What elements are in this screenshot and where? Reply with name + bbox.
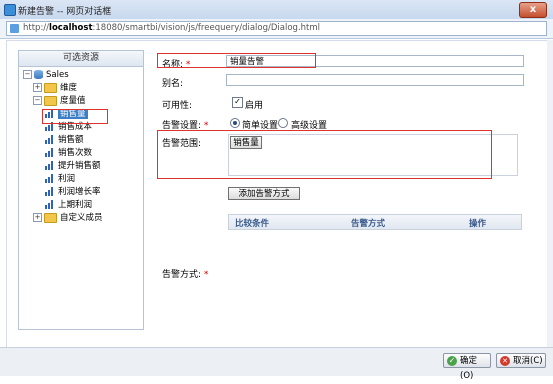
measure-icon — [45, 200, 55, 209]
col-compare-condition: 比较条件 — [235, 219, 270, 229]
app-icon — [4, 4, 16, 16]
measure-icon — [45, 109, 55, 118]
measure-icon — [45, 135, 55, 144]
collapse-icon[interactable]: − — [33, 96, 42, 105]
close-button[interactable]: x — [519, 2, 547, 18]
window-title: 新建告警 -- 网页对话框 — [18, 7, 112, 17]
tree-node-prev-profit[interactable]: 上期利润 — [45, 199, 92, 211]
scrollbar-edge — [547, 40, 553, 347]
tree-node-dimension[interactable]: + 维度 — [33, 82, 77, 94]
tree-node-sales-qty[interactable]: 销售量 — [45, 108, 88, 120]
alert-method-table-header: 比较条件 告警方式 操作 — [228, 214, 522, 230]
measure-icon — [45, 122, 55, 131]
name-label: 名称: * — [162, 60, 191, 70]
collapse-icon[interactable]: − — [23, 70, 32, 79]
alert-setting-label: 告警设置: * — [162, 121, 209, 131]
tree-node-profit-growth[interactable]: 利润增长率 — [45, 186, 101, 198]
url-text: http://localhost:18080/smartbi/vision/js… — [23, 23, 321, 33]
tree-node-root[interactable]: − Sales — [23, 69, 69, 81]
range-tag-sales-qty[interactable]: 销售量 — [230, 136, 262, 149]
database-icon — [34, 70, 43, 79]
address-bar: http://localhost:18080/smartbi/vision/js… — [0, 19, 553, 39]
expand-icon[interactable]: + — [33, 213, 42, 222]
tree-node-custom-members[interactable]: + 自定义成员 — [33, 212, 103, 224]
measure-icon — [45, 161, 55, 170]
cancel-button[interactable]: ✕ 取消(C) — [496, 353, 546, 368]
tree-node-sales-cost[interactable]: 销售成本 — [45, 121, 92, 133]
resource-panel: 可选资源 − Sales + 维度 − 度量值 销售量 销售成本 销售额 销售次数 提… — [18, 50, 144, 330]
ok-icon: ✓ — [447, 356, 457, 366]
enabled-label: 启用 — [245, 101, 264, 111]
advanced-setting-label: 高级设置 — [291, 121, 328, 131]
window-titlebar: 新建告警 -- 网页对话框 x — [0, 0, 553, 20]
tree-node-sales-count[interactable]: 销售次数 — [45, 147, 92, 159]
measure-icon — [45, 148, 55, 157]
advanced-setting-radio[interactable] — [278, 118, 288, 128]
folder-open-icon — [44, 95, 57, 106]
simple-setting-radio[interactable] — [230, 118, 240, 128]
tree-node-sales-amount[interactable]: 销售额 — [45, 134, 84, 146]
dialog-footer: ✓ 确定(O) ✕ 取消(C) — [0, 347, 553, 381]
ok-button[interactable]: ✓ 确定(O) — [443, 353, 491, 381]
folder-icon — [44, 212, 57, 223]
expand-icon[interactable]: + — [33, 83, 42, 92]
folder-icon — [44, 82, 57, 93]
page-icon — [10, 24, 19, 33]
name-input[interactable]: 销量告警 — [226, 55, 524, 67]
alert-range-box[interactable] — [228, 134, 518, 176]
tree-node-profit[interactable]: 利润 — [45, 173, 75, 185]
alias-input[interactable] — [226, 74, 524, 86]
tree-node-sales-boost[interactable]: 提升销售额 — [45, 160, 101, 172]
tree-node-measures[interactable]: − 度量值 — [33, 95, 86, 107]
alert-range-label: 告警范围: — [162, 139, 202, 149]
alias-label: 别名: — [162, 79, 184, 89]
simple-setting-label: 简单设置 — [242, 121, 279, 131]
measure-icon — [45, 187, 55, 196]
enabled-checkbox[interactable]: ✓ — [232, 97, 243, 108]
measure-icon — [45, 174, 55, 183]
resource-panel-header: 可选资源 — [19, 51, 143, 67]
col-alert-method: 告警方式 — [351, 219, 386, 229]
availability-label: 可用性: — [162, 101, 193, 111]
url-field[interactable]: http://localhost:18080/smartbi/vision/js… — [6, 21, 547, 36]
cancel-icon: ✕ — [500, 356, 510, 366]
alert-method-label: 告警方式: * — [162, 270, 209, 280]
col-action: 操作 — [469, 219, 487, 229]
add-alert-method-button[interactable]: 添加告警方式 — [228, 187, 300, 200]
